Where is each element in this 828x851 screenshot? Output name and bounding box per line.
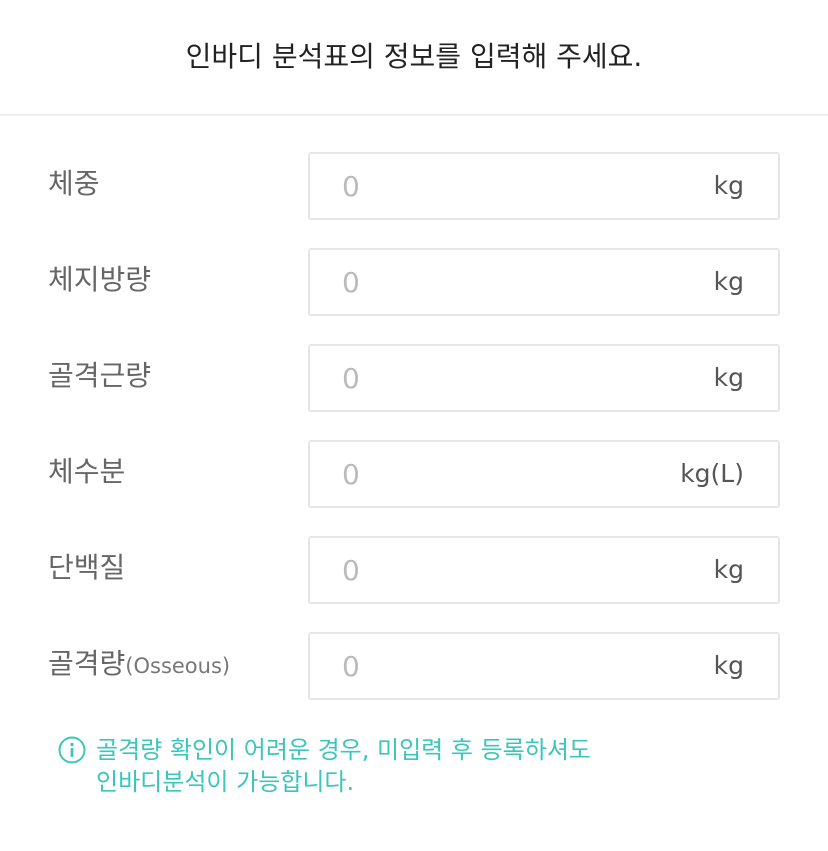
protein-field[interactable]: kg	[308, 536, 780, 604]
osseous-unit: kg	[713, 651, 744, 680]
body-water-field[interactable]: kg(L)	[308, 440, 780, 508]
field-row-body-fat: 체지방량 kg	[0, 248, 828, 316]
skeletal-muscle-unit: kg	[713, 363, 744, 392]
body-fat-field[interactable]: kg	[308, 248, 780, 316]
field-label-weight: 체중	[48, 167, 100, 200]
osseous-input[interactable]	[310, 634, 640, 698]
field-label-body-water: 체수분	[48, 455, 126, 488]
protein-unit: kg	[713, 555, 744, 584]
protein-input[interactable]	[310, 538, 640, 602]
notice-line-2: 인바디분석이 가능합니다.	[96, 768, 355, 796]
body-water-input[interactable]	[310, 442, 640, 506]
body-water-unit: kg(L)	[680, 459, 744, 488]
field-row-body-water: 체수분 kg(L)	[0, 440, 828, 508]
skeletal-muscle-input[interactable]	[310, 346, 640, 410]
field-row-skeletal-muscle: 골격근량 kg	[0, 344, 828, 412]
field-label-osseous-main: 골격량	[48, 647, 126, 680]
field-label-body-fat: 체지방량	[48, 263, 152, 296]
field-row-osseous: 골격량(Osseous) kg	[0, 632, 828, 700]
field-label-skeletal-muscle: 골격근량	[48, 359, 152, 392]
notice-line-1: 골격량 확인이 어려운 경우, 미입력 후 등록하셔도	[96, 736, 592, 764]
field-label-osseous-sub: (Osseous)	[125, 654, 231, 678]
weight-input[interactable]	[310, 154, 640, 218]
field-row-weight: 체중 kg	[0, 152, 828, 220]
weight-field[interactable]: kg	[308, 152, 780, 220]
osseous-field[interactable]: kg	[308, 632, 780, 700]
skeletal-muscle-field[interactable]: kg	[308, 344, 780, 412]
field-label-osseous: 골격량(Osseous)	[48, 632, 230, 700]
info-icon	[58, 736, 86, 764]
field-row-protein: 단백질 kg	[0, 536, 828, 604]
notice-text: 골격량 확인이 어려운 경우, 미입력 후 등록하셔도 인바디분석이 가능합니다…	[96, 734, 756, 798]
body-fat-input[interactable]	[310, 250, 640, 314]
weight-unit: kg	[713, 171, 744, 200]
field-label-protein: 단백질	[48, 551, 126, 584]
page-header: 인바디 분석표의 정보를 입력해 주세요.	[0, 0, 828, 116]
body-fat-unit: kg	[713, 267, 744, 296]
page-title: 인바디 분석표의 정보를 입력해 주세요.	[185, 40, 643, 73]
